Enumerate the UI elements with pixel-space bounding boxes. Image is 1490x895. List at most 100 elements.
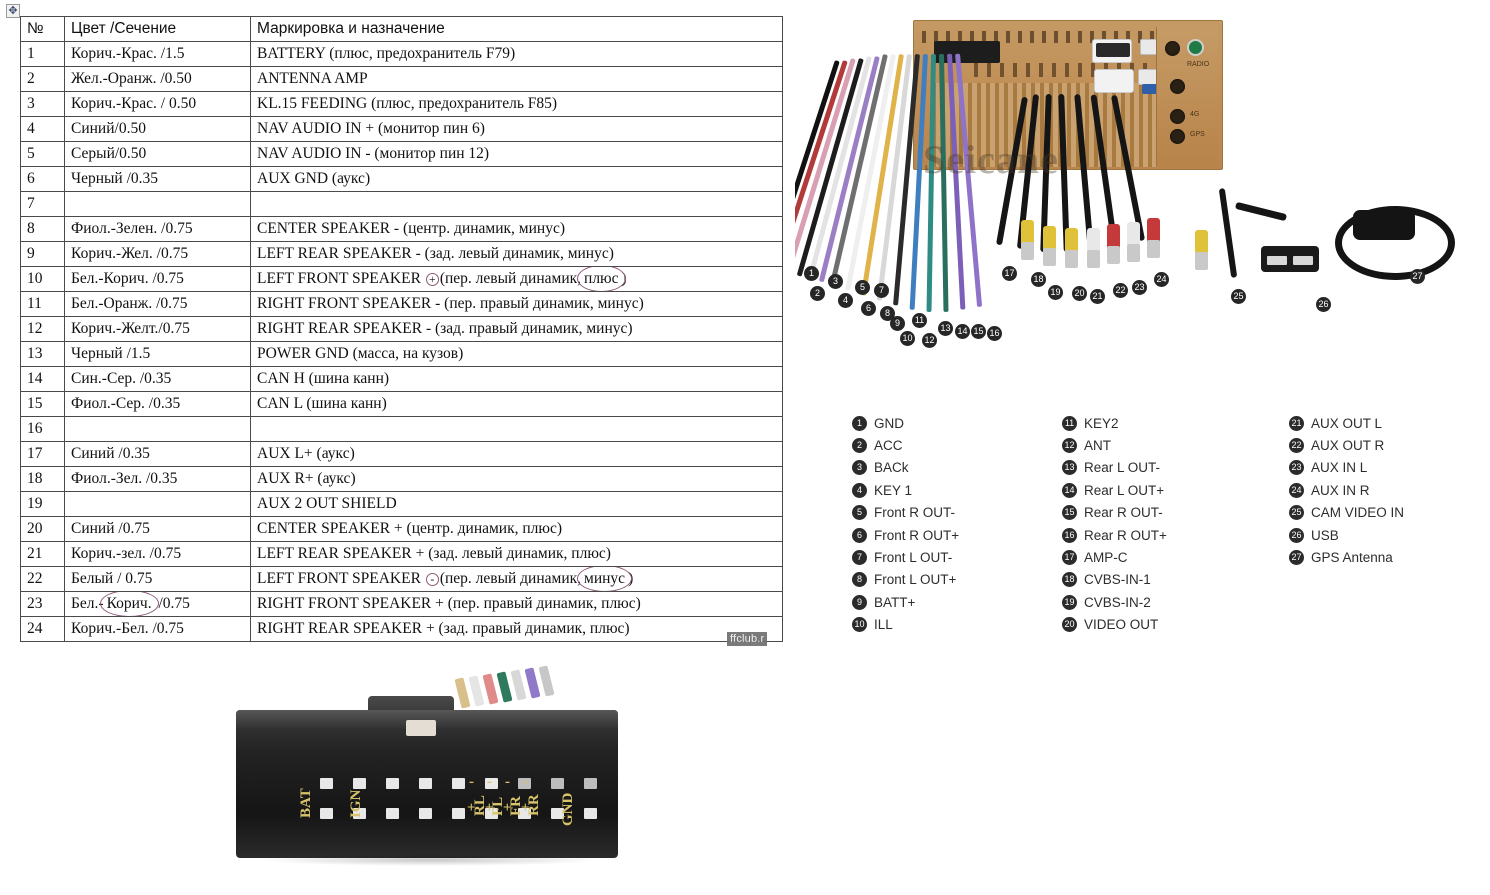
legend-item-label: GND [874, 415, 904, 431]
cell-wire-color: Корич.-Крас. /1.5 [64, 41, 251, 67]
photo-callout-badge: 24 [1154, 272, 1169, 287]
connector-pin-bottom [419, 808, 432, 819]
cell-marking: RIGHT REAR SPEAKER + (зад. правый динами… [250, 616, 783, 642]
cell-pin-number: 6 [20, 166, 65, 192]
cell-marking: LEFT REAR SPEAKER - (зад. левый динамик,… [250, 241, 783, 267]
legend-item: 7 Front L OUT- [852, 546, 959, 568]
legend-number-badge: 23 [1289, 460, 1304, 476]
legend-number-badge: 5 [852, 505, 867, 521]
photo-callout-badge: 22 [1113, 283, 1128, 298]
photo-callout-badge: 5 [855, 280, 870, 295]
cell-pin-number: 4 [20, 116, 65, 142]
legend-item-label: ACC [874, 438, 903, 454]
cell-marking: CAN L (шина канн) [250, 391, 783, 417]
table-row: 23 Бел.- Корич. /0.75 RIGHT FRONT SPEAKER +… [20, 591, 783, 617]
photo-callout-badge: 3 [828, 274, 843, 289]
table-row: 21 Корич.-зел. /0.75 LEFT REAR SPEAKER + (… [20, 541, 783, 567]
rca-yellow-3 [1065, 228, 1078, 268]
table-row: 7 [20, 191, 783, 217]
cell-pin-number: 11 [20, 291, 65, 317]
legend-number-badge: 14 [1062, 482, 1077, 498]
connector-pin-top [353, 778, 366, 789]
photo-callout-badge: 14 [955, 324, 970, 339]
cell-wire-color: Фиол.-Сер. /0.35 [64, 391, 251, 417]
connector-pin-top [551, 778, 564, 789]
table-row: 22 Белый / 0.75 LEFT FRONT SPEAKER - (пер. … [20, 566, 783, 592]
legend-item: 12 ANT [1062, 434, 1167, 456]
cell-marking: AUX R+ (аукс) [250, 466, 783, 492]
connector-sign-minus: - [505, 774, 510, 790]
photo-callout-badge: 18 [1031, 272, 1046, 287]
connector-shadow [260, 854, 600, 866]
legend-number-badge: 16 [1062, 527, 1077, 543]
connector-pin-top [584, 778, 597, 789]
pin-table-container: № Цвет /Сечение Маркировка и назначение … [20, 16, 783, 642]
legend-item: 21 AUX OUT L [1289, 412, 1404, 434]
cell-wire-color: Бел.-Оранж. /0.75 [64, 291, 251, 317]
connector-pin-top [320, 778, 333, 789]
photo-callout-badge: 17 [1002, 266, 1017, 281]
cell-marking: RIGHT REAR SPEAKER - (зад. правый динами… [250, 316, 783, 342]
cell-wire-color: Черный /0.35 [64, 166, 251, 192]
legend-item-label: BACk [874, 460, 909, 476]
legend-item: 27 GPS Antenna [1289, 546, 1404, 568]
legend-item: 10 ILL [852, 614, 959, 636]
legend-number-badge: 17 [1062, 550, 1077, 566]
connector-pin-top [386, 778, 399, 789]
color-text-pre: Бел. [71, 595, 99, 612]
table-row: 24 Корич.-Бел. /0.75 RIGHT REAR SPEAKER + … [20, 616, 783, 642]
header-marking: Маркировка и назначение [250, 16, 783, 42]
legend-number-badge: 7 [852, 550, 867, 566]
cn-wire-4 [496, 671, 513, 703]
cell-wire-color: Черный /1.5 [64, 341, 251, 367]
legend-item: 20 VIDEO OUT [1062, 614, 1167, 636]
connector-pin-bottom [320, 808, 333, 819]
table-row: 11 Бел.-Оранж. /0.75 RIGHT FRONT SPEAKER -… [20, 291, 783, 317]
photo-callout-badge: 21 [1090, 289, 1105, 304]
legend-item-label: Front R OUT- [874, 505, 956, 521]
cell-wire-color: Син.-Сер. /0.35 [64, 366, 251, 392]
legend-column-2: 11 KEY2 12 ANT 13 Rear L OUT- 14 Rear L OUT+ 15 R… [1062, 412, 1167, 636]
cell-marking: AUX 2 OUT SHIELD [250, 491, 783, 517]
legend-number-badge: 15 [1062, 505, 1077, 521]
cell-marking: RIGHT FRONT SPEAKER + (пер. правый динам… [250, 591, 783, 617]
legend-item-label: KEY2 [1084, 415, 1119, 431]
legend-item: 6 Front R OUT+ [852, 524, 959, 546]
photo-callout-badge: 15 [971, 324, 986, 339]
cell-pin-number: 23 [20, 591, 65, 617]
legend-item-label: CVBS-IN-1 [1084, 572, 1151, 588]
cell-marking: CAN H (шина канн) [250, 366, 783, 392]
cell-pin-number: 9 [20, 241, 65, 267]
legend-number-badge: 19 [1062, 594, 1077, 610]
cell-wire-color: Корич.-Бел. /0.75 [64, 616, 251, 642]
legend-item-label: AUX IN L [1311, 460, 1368, 476]
legend-item: 3 BACk [852, 457, 959, 479]
cell-pin-number: 13 [20, 341, 65, 367]
legend-item: 8 Front L OUT+ [852, 569, 959, 591]
table-row: 20 Синий /0.75 CENTER SPEAKER + (центр. ди… [20, 516, 783, 542]
legend-number-badge: 1 [852, 415, 867, 431]
table-row: 5 Серый/0.50 NAV AUDIO IN - (монитор пин 1… [20, 141, 783, 167]
rca-yellow-1 [1021, 220, 1034, 260]
dark-connector-a [1096, 43, 1130, 57]
connector-keyway [406, 720, 436, 736]
marking-tail-post: ) [621, 270, 627, 287]
legend-item: 2 ACC [852, 434, 959, 456]
legend-item-label: KEY 1 [874, 482, 913, 498]
cell-marking: NAV AUDIO IN - (монитор пин 12) [250, 141, 783, 167]
legend-item: 13 Rear L OUT- [1062, 457, 1167, 479]
usb-lead [1234, 201, 1288, 222]
legend-item: 16 Rear R OUT+ [1062, 524, 1167, 546]
legend-item: 18 CVBS-IN-1 [1062, 569, 1167, 591]
cell-pin-number: 22 [20, 566, 65, 592]
legend-number-badge: 20 [1062, 617, 1077, 633]
legend-item: 22 AUX OUT R [1289, 434, 1404, 456]
connector-sign-minus: - [469, 774, 474, 790]
usb-cable [1218, 188, 1238, 278]
legend-number-badge: 24 [1289, 482, 1304, 498]
legend-number-badge: 26 [1289, 527, 1304, 543]
table-row: 13 Черный /1.5 POWER GND (масса, на кузов) [20, 341, 783, 367]
legend-item: 24 AUX IN R [1289, 479, 1404, 501]
photo-callout-badge: 1 [804, 266, 819, 281]
move-table-icon[interactable]: ✥ [6, 4, 20, 18]
